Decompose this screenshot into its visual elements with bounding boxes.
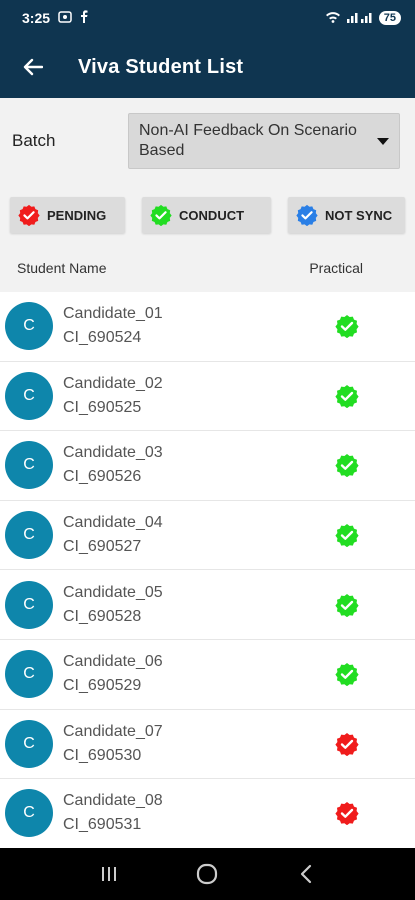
practical-status-cell (285, 801, 415, 826)
batch-dropdown[interactable]: Non-AI Feedback On Scenario Based (128, 113, 400, 169)
conduct-check-icon (335, 384, 359, 408)
batch-label: Batch (12, 131, 56, 150)
pending-check-icon (335, 802, 359, 826)
battery-icon: 75 (378, 11, 401, 25)
back-button[interactable] (18, 52, 48, 82)
student-id: CI_690529 (63, 677, 142, 695)
student-row[interactable]: C Candidate_08 CI_690531 (0, 779, 415, 848)
student-name: Candidate_01 (63, 305, 163, 323)
system-nav-bar (0, 848, 415, 900)
wifi-calling-icon (325, 10, 341, 26)
pending-legend-button[interactable]: PENDING (10, 197, 126, 233)
not-sync-legend-button[interactable]: NOT SYNC (287, 197, 405, 233)
student-row[interactable]: C Candidate_05 CI_690528 (0, 570, 415, 640)
student-info: Candidate_03 CI_690526 (63, 444, 285, 486)
arrow-left-icon (23, 58, 43, 76)
screenshot-icon (58, 10, 72, 26)
conduct-legend-label: CONDUCT (179, 207, 245, 223)
back-nav-button[interactable] (286, 854, 326, 894)
practical-status-cell (285, 384, 415, 408)
conduct-check-icon (335, 524, 359, 548)
student-row[interactable]: C Candidate_07 CI_690530 (0, 710, 415, 780)
student-id: CI_690525 (63, 398, 142, 416)
practical-status-cell (285, 732, 415, 756)
practical-status-cell (285, 662, 415, 687)
status-right: 75 (325, 10, 401, 26)
student-name-column-header: Student Name (17, 260, 107, 276)
status-left: 3:25 (22, 10, 88, 26)
home-button[interactable] (187, 854, 227, 894)
student-info: Candidate_08 CI_690531 (63, 792, 285, 834)
student-info: Candidate_07 CI_690530 (63, 723, 285, 765)
status-time: 3:25 (22, 10, 51, 26)
avatar: C (5, 371, 53, 420)
student-row[interactable]: C Candidate_04 CI_690527 (0, 501, 415, 571)
home-circle-icon (197, 863, 218, 885)
student-id: CI_690528 (63, 607, 142, 625)
student-id: CI_690524 (63, 329, 142, 347)
not-sync-check-icon (296, 204, 318, 226)
avatar: C (5, 650, 53, 699)
recent-apps-button[interactable] (89, 854, 129, 894)
conduct-check-icon (335, 593, 359, 617)
student-row[interactable]: C Candidate_03 CI_690526 (0, 431, 415, 501)
student-name: Candidate_03 (63, 444, 163, 462)
practical-status-cell (285, 314, 415, 339)
pending-legend-label: PENDING (47, 207, 107, 223)
chevron-down-icon (377, 137, 389, 145)
student-info: Candidate_02 CI_690525 (63, 375, 285, 417)
avatar: C (5, 789, 53, 838)
legend-row: PENDING CONDUCT NOT SYNC (0, 184, 415, 246)
avatar: C (5, 511, 53, 560)
avatar: C (5, 719, 53, 768)
student-info: Candidate_01 CI_690524 (63, 305, 285, 347)
recent-apps-icon (102, 867, 117, 881)
practical-column-header: Practical (309, 260, 363, 276)
batch-row: Batch Non-AI Feedback On Scenario Based (0, 98, 415, 184)
student-name: Candidate_04 (63, 514, 163, 532)
student-id: CI_690530 (63, 746, 142, 764)
student-name: Candidate_07 (63, 722, 163, 740)
chevron-left-icon (300, 864, 311, 884)
batch-selected-value: Non-AI Feedback On Scenario Based (139, 122, 357, 159)
student-list[interactable]: C Candidate_01 CI_690524 C Candidate_02 CI_69… (0, 292, 415, 848)
conduct-check-icon (150, 204, 172, 226)
practical-status-cell (285, 523, 415, 548)
student-row[interactable]: C Candidate_01 CI_690524 (0, 292, 415, 362)
avatar: C (5, 580, 53, 629)
student-info: Candidate_06 CI_690529 (63, 653, 285, 695)
list-header: Student Name Practical (0, 246, 415, 290)
app-bar: Viva Student List (0, 36, 415, 98)
status-bar: 3:25 75 (0, 0, 415, 36)
student-info: Candidate_05 CI_690528 (63, 584, 285, 626)
avatar: C (5, 441, 53, 490)
practical-status-cell (285, 593, 415, 617)
student-name: Candidate_02 (63, 374, 163, 392)
not-sync-legend-label: NOT SYNC (324, 207, 393, 223)
page-title: Viva Student List (78, 55, 244, 78)
practical-status-cell (285, 453, 415, 478)
pending-check-icon (335, 732, 359, 756)
student-name: Candidate_06 (63, 653, 163, 671)
conduct-legend-button[interactable]: CONDUCT (142, 197, 271, 233)
student-id: CI_690527 (63, 538, 142, 556)
student-row[interactable]: C Candidate_06 CI_690529 (0, 640, 415, 710)
conduct-check-icon (335, 663, 359, 687)
signal-icon (346, 10, 373, 26)
pending-check-icon (18, 204, 40, 226)
conduct-check-icon (335, 454, 359, 478)
avatar: C (5, 302, 53, 351)
conduct-check-icon (335, 315, 359, 339)
student-name: Candidate_08 (63, 792, 163, 810)
student-id: CI_690526 (63, 468, 142, 486)
student-id: CI_690531 (63, 816, 142, 834)
student-row[interactable]: C Candidate_02 CI_690525 (0, 362, 415, 432)
student-info: Candidate_04 CI_690527 (63, 514, 285, 556)
student-name: Candidate_05 (63, 583, 163, 601)
facebook-icon (80, 10, 88, 26)
